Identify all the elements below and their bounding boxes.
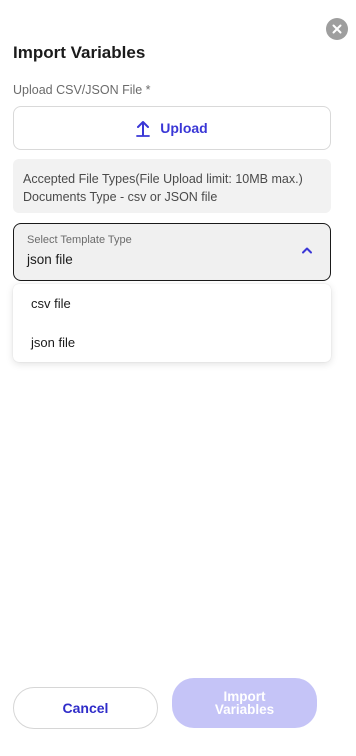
upload-field-label: Upload CSV/JSON File * xyxy=(13,83,151,97)
file-requirements-info: Accepted File Types(File Upload limit: 1… xyxy=(13,159,331,213)
upload-button-label: Upload xyxy=(160,120,208,136)
import-variables-button[interactable]: Import Variables xyxy=(172,678,317,728)
dropdown-option-csv[interactable]: csv file xyxy=(13,284,331,323)
close-icon xyxy=(332,24,342,34)
template-type-label: Select Template Type xyxy=(27,234,132,246)
template-type-dropdown: csv file json file xyxy=(13,284,331,362)
chevron-up-icon xyxy=(302,247,312,254)
upload-button[interactable]: Upload xyxy=(13,106,331,150)
upload-arrow-icon xyxy=(136,120,151,137)
accepted-types-text: Accepted File Types(File Upload limit: 1… xyxy=(23,172,303,186)
close-button[interactable] xyxy=(326,18,348,40)
template-type-value: json file xyxy=(27,252,73,267)
template-type-select[interactable]: Select Template Type json file xyxy=(13,223,331,281)
dialog-title: Import Variables xyxy=(13,43,146,62)
dropdown-option-json[interactable]: json file xyxy=(13,323,331,362)
cancel-button[interactable]: Cancel xyxy=(13,687,158,729)
documents-type-text: Documents Type - csv or JSON file xyxy=(23,190,218,204)
